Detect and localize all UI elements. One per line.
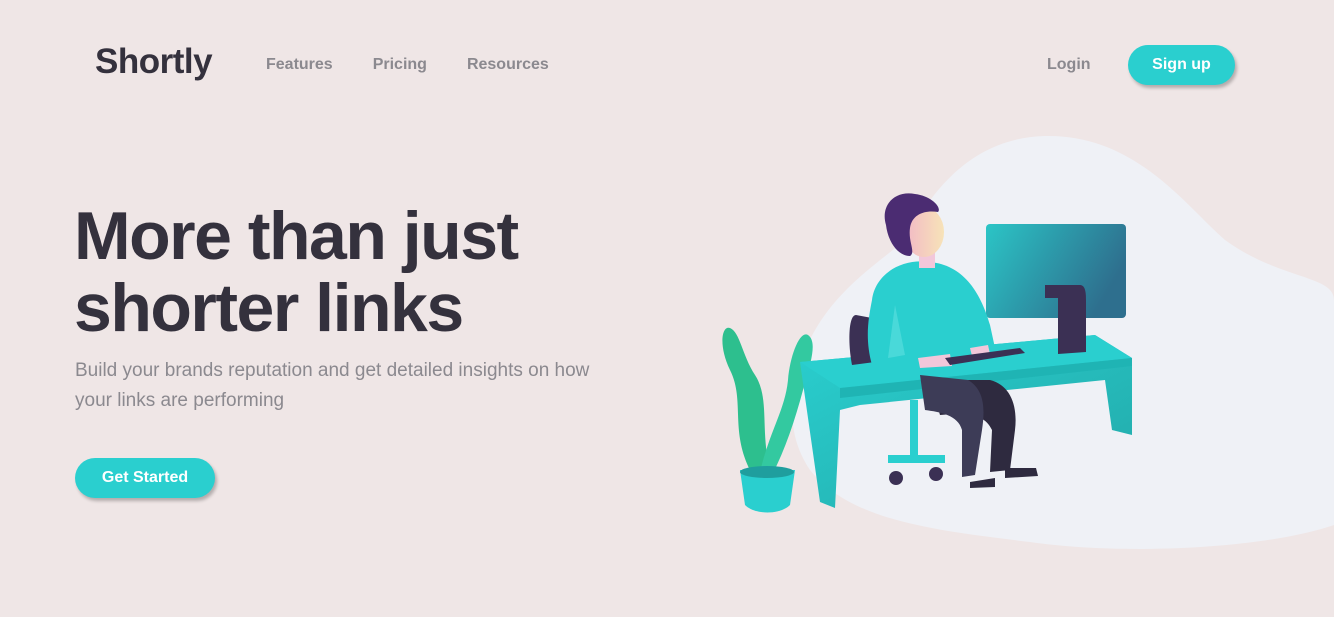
hero-title-line-1: More than just [74,198,519,274]
hero-subtitle-line-1: Build your brands reputation and get det… [75,360,590,381]
landing-page: Shortly Features Pricing Resources Login… [0,0,1334,617]
hero-subtitle: Build your brands reputation and get det… [75,356,675,416]
get-started-button[interactable]: Get Started [75,458,215,498]
hero-subtitle-line-2: your links are performing [75,390,285,411]
nav-link-resources[interactable]: Resources [467,56,549,74]
login-link[interactable]: Login [1047,56,1091,74]
signup-button[interactable]: Sign up [1128,45,1235,85]
nav-link-features[interactable]: Features [266,56,333,74]
logo[interactable]: Shortly [95,42,213,82]
hero-title-line-2: shorter links [74,270,464,346]
person-working-at-desk-illustration [722,135,1334,549]
nav-link-pricing[interactable]: Pricing [373,56,427,74]
main-nav: Features Pricing Resources [266,56,549,74]
hero-title: More than just shorter links [74,200,694,344]
